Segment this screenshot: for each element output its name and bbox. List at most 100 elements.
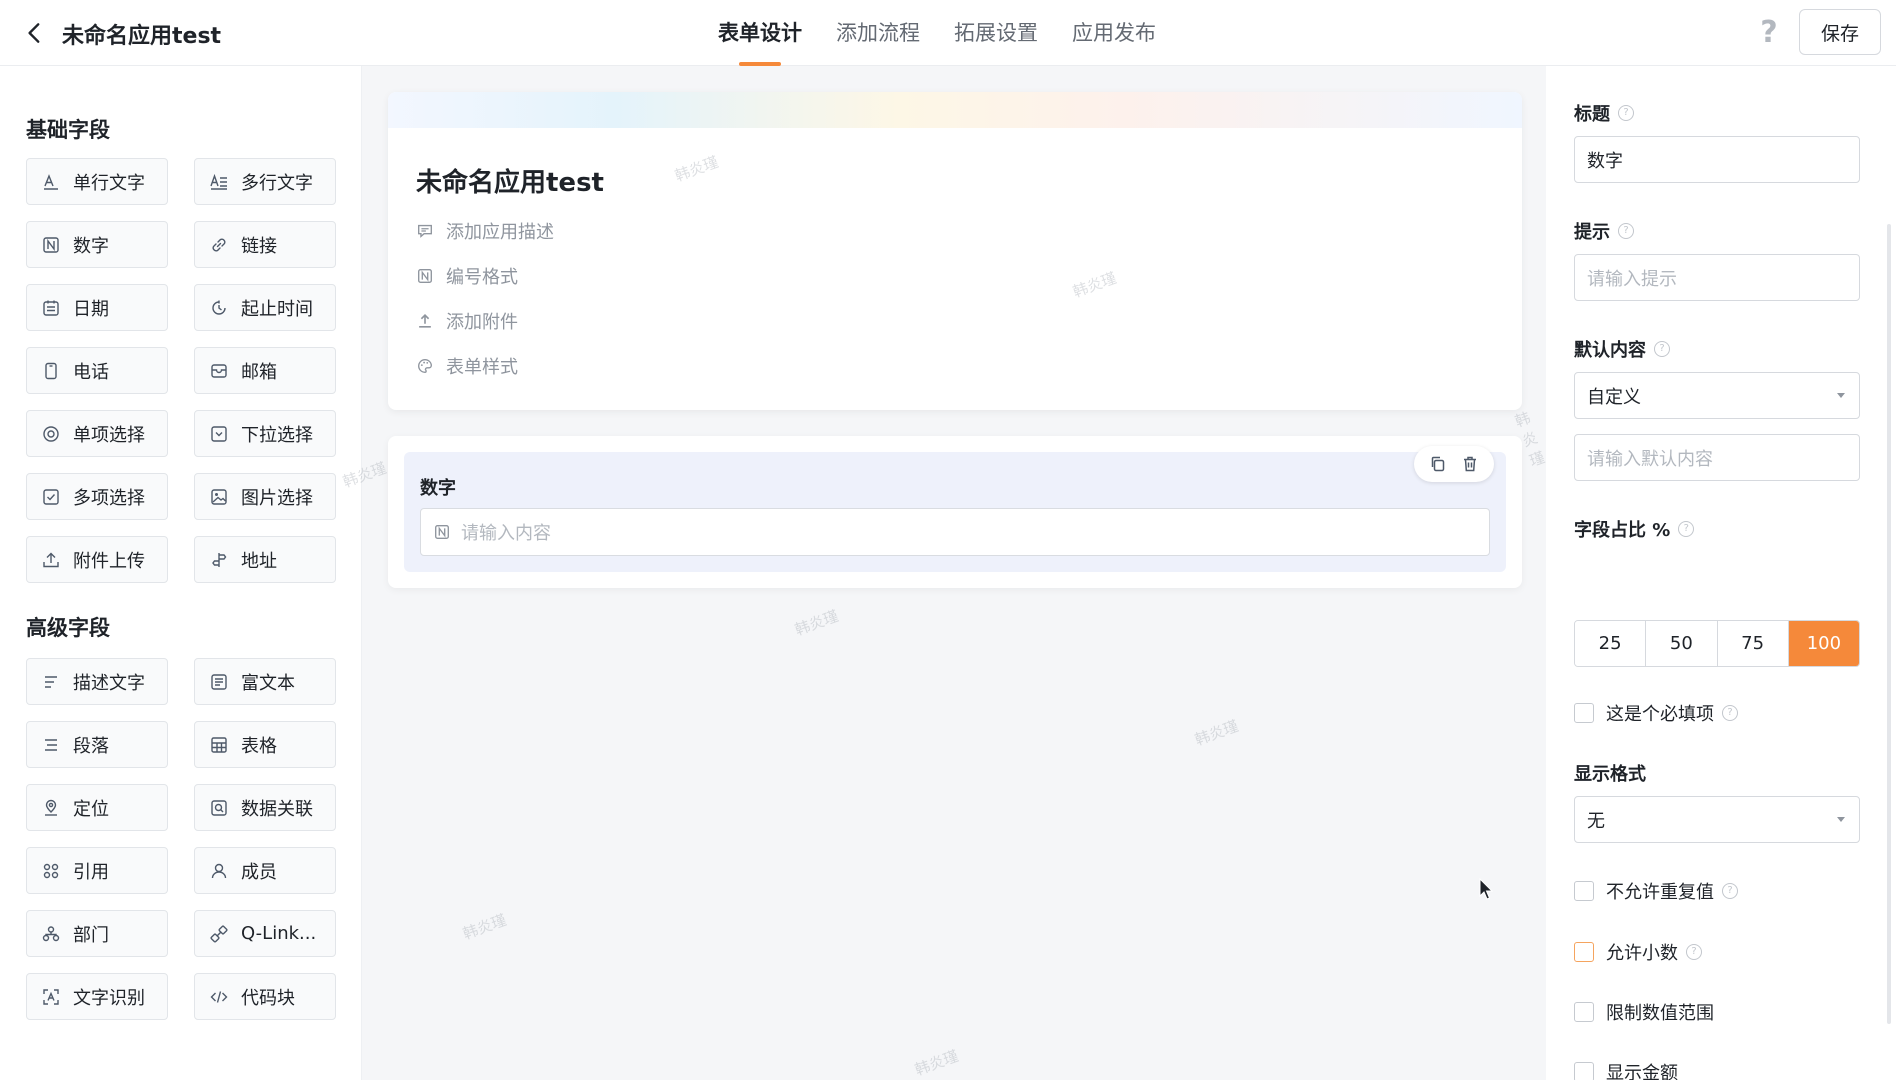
field-table[interactable]: 表格	[194, 721, 336, 768]
title-prop-label: 标题 ?	[1574, 100, 1634, 126]
field-link[interactable]: 链接	[194, 221, 336, 268]
radio-icon	[43, 425, 59, 442]
field-dropdown[interactable]: 下拉选择	[194, 410, 336, 457]
field-single-choice[interactable]: 单项选择	[26, 410, 168, 457]
tab-extension-settings[interactable]: 拓展设置	[952, 0, 1040, 66]
field-ocr[interactable]: 文字识别	[26, 973, 168, 1020]
back-arrow-icon[interactable]	[22, 20, 48, 46]
allow-decimal-checkbox[interactable]: 允许小数 ?	[1574, 939, 1702, 965]
field-label: 单行文字	[73, 172, 145, 194]
question-icon[interactable]: ?	[1678, 521, 1695, 537]
prop-label-text: 提示	[1574, 222, 1610, 243]
required-checkbox[interactable]: 这是个必填项 ?	[1574, 700, 1738, 726]
field-attachment-upload[interactable]: 附件上传	[26, 536, 168, 583]
ratio-option-75[interactable]: 75	[1717, 621, 1789, 666]
meta-label: 表单样式	[446, 357, 518, 378]
title-input[interactable]: 数字	[1574, 136, 1860, 183]
field-label: 附件上传	[73, 550, 145, 572]
properties-scrollbar[interactable]	[1887, 224, 1891, 1024]
field-label: 下拉选择	[241, 424, 313, 446]
question-icon[interactable]: ?	[1686, 944, 1702, 960]
add-attachment-link[interactable]: 添加附件	[416, 308, 518, 334]
field-address[interactable]: 地址	[194, 536, 336, 583]
field-location[interactable]: 定位	[26, 784, 168, 831]
default-content-select[interactable]: 自定义	[1574, 372, 1860, 419]
question-icon[interactable]: ?	[1618, 223, 1634, 239]
field-label: 图片选择	[241, 487, 313, 509]
checkbox-label: 这是个必填项	[1606, 704, 1714, 725]
field-multi-line-text[interactable]: 多行文字	[194, 158, 336, 205]
checkbox-box[interactable]	[1574, 703, 1594, 723]
trash-icon[interactable]	[1460, 454, 1480, 474]
form-fields-card: 数字 请输入内容	[388, 436, 1522, 588]
field-date[interactable]: 日期	[26, 284, 168, 331]
tab-app-publish[interactable]: 应用发布	[1070, 0, 1158, 66]
field-q-link[interactable]: Q-Link...	[194, 910, 336, 957]
field-time-range[interactable]: 起止时间	[194, 284, 336, 331]
checkbox-box[interactable]	[1574, 881, 1594, 901]
question-icon[interactable]: ?	[1722, 883, 1738, 899]
display-format-select[interactable]: 无	[1574, 796, 1860, 843]
caret-down-icon	[1837, 817, 1845, 822]
ratio-option-50[interactable]: 50	[1646, 621, 1718, 666]
time-range-icon	[212, 300, 226, 315]
checkbox-box[interactable]	[1574, 942, 1594, 962]
question-icon[interactable]: ?	[1654, 341, 1670, 357]
field-label: 文字识别	[73, 987, 145, 1009]
field-department[interactable]: 部门	[26, 910, 168, 957]
watermark: 韩炎瑾	[792, 606, 841, 640]
field-label: 描述文字	[73, 672, 145, 694]
field-code-block[interactable]: 代码块	[194, 973, 336, 1020]
data-link-icon	[211, 799, 227, 816]
form-title[interactable]: 未命名应用test	[416, 162, 604, 199]
field-label: 定位	[73, 798, 109, 820]
field-label: 起止时间	[241, 298, 313, 320]
calendar-icon	[43, 300, 59, 316]
q-link-icon	[210, 924, 228, 943]
field-image-choice[interactable]: 图片选择	[194, 473, 336, 520]
field-reference[interactable]: 引用	[26, 847, 168, 894]
field-multi-choice[interactable]: 多项选择	[26, 473, 168, 520]
checkbox-box[interactable]	[1574, 1002, 1594, 1022]
department-icon	[42, 925, 60, 941]
rich-text-icon	[211, 673, 227, 690]
field-label: 部门	[73, 924, 109, 946]
limit-range-checkbox[interactable]: 限制数值范围	[1574, 999, 1714, 1025]
question-icon[interactable]: ?	[1722, 705, 1738, 721]
field-description-text[interactable]: 描述文字	[26, 658, 168, 705]
field-single-line-text[interactable]: 单行文字	[26, 158, 168, 205]
field-phone[interactable]: 电话	[26, 347, 168, 394]
number-field-input[interactable]: 请输入内容	[420, 508, 1490, 556]
field-data-association[interactable]: 数据关联	[194, 784, 336, 831]
checkbox-label: 显示金额	[1606, 1063, 1678, 1080]
number-format-link[interactable]: 编号格式	[416, 263, 518, 289]
add-description-link[interactable]: 添加应用描述	[416, 218, 554, 244]
checkbox-box[interactable]	[1574, 1062, 1594, 1080]
ratio-option-100[interactable]: 100	[1788, 621, 1859, 666]
field-email[interactable]: 邮箱	[194, 347, 336, 394]
show-amount-checkbox[interactable]: 显示金额	[1574, 1059, 1678, 1080]
field-label: 数据关联	[241, 798, 313, 820]
form-style-link[interactable]: 表单样式	[416, 353, 518, 379]
default-content-input[interactable]: 请输入默认内容	[1574, 434, 1860, 481]
tab-form-design[interactable]: 表单设计	[716, 0, 804, 66]
save-button[interactable]: 保存	[1799, 9, 1881, 55]
field-member[interactable]: 成员	[194, 847, 336, 894]
copy-icon[interactable]	[1428, 454, 1448, 474]
question-icon[interactable]: ?	[1618, 105, 1634, 121]
tab-bar: 表单设计 添加流程 拓展设置 应用发布	[716, 0, 1158, 66]
checkbox-label: 不允许重复值	[1606, 882, 1714, 903]
field-number[interactable]: 数字	[26, 221, 168, 268]
hint-input[interactable]: 请输入提示	[1574, 254, 1860, 301]
field-ratio-label: 字段占比 % ?	[1574, 516, 1695, 542]
field-rich-text[interactable]: 富文本	[194, 658, 336, 705]
tab-add-workflow[interactable]: 添加流程	[834, 0, 922, 66]
default-select-value: 自定义	[1587, 386, 1641, 408]
ratio-option-25[interactable]: 25	[1575, 621, 1647, 666]
selected-number-field[interactable]: 数字 请输入内容	[404, 446, 1506, 572]
location-icon	[45, 799, 57, 816]
help-icon[interactable]: ?	[1754, 16, 1784, 50]
field-paragraph[interactable]: 段落	[26, 721, 168, 768]
advanced-fields-title: 高级字段	[26, 616, 110, 640]
no-duplicate-checkbox[interactable]: 不允许重复值 ?	[1574, 878, 1738, 904]
